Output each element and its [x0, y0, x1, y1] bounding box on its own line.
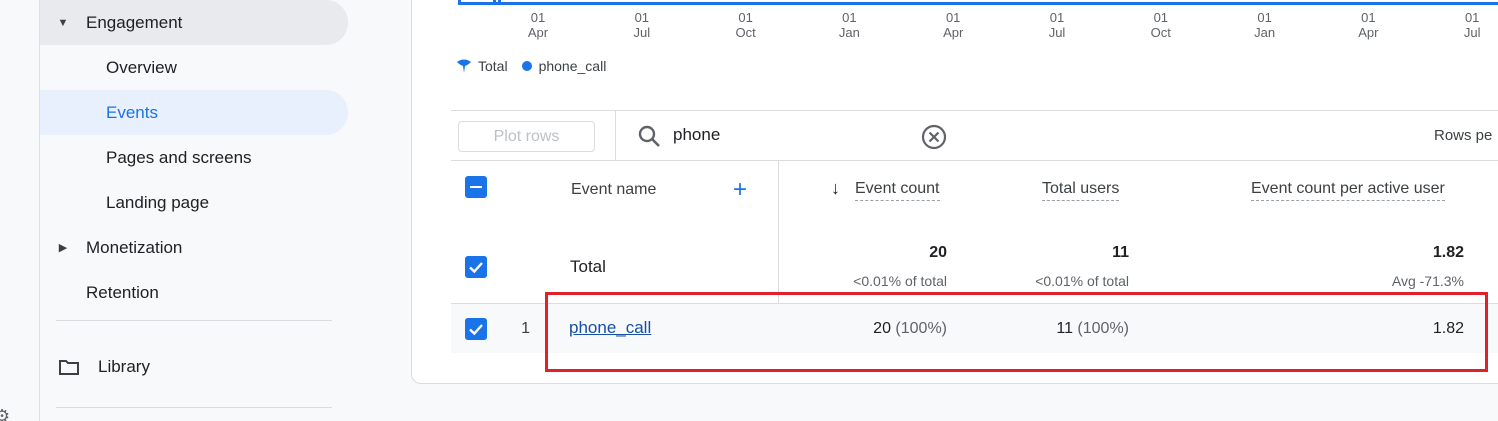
clear-search-icon[interactable]: [921, 124, 947, 150]
header-event-count[interactable]: Event count: [855, 180, 940, 201]
totals-row-checkbox[interactable]: [465, 256, 487, 278]
table-toolbar: Plot rows phone Rows pe: [451, 110, 1498, 161]
folder-icon: [40, 359, 98, 375]
nav-item-overview[interactable]: Overview: [40, 45, 348, 90]
caret-right-icon: ▶: [58, 242, 68, 254]
chart-bar-mark: [498, 0, 501, 5]
highlight-box: [545, 292, 1488, 372]
total-users-count: 11: [1112, 244, 1129, 261]
chart-series-line: [458, 2, 1498, 5]
x-axis-tick-label: 01 Jul: [633, 10, 651, 40]
sidebar-nav: ▼ Engagement Overview Events Pages and s…: [40, 0, 355, 421]
toolbar-divider: [615, 111, 616, 161]
nav-item-library[interactable]: Library: [40, 344, 348, 389]
nav-item-retention[interactable]: Retention: [40, 270, 348, 315]
row-checkbox[interactable]: [465, 318, 487, 340]
header-event-name[interactable]: Event name: [571, 181, 656, 199]
caret-down-icon: ▼: [57, 16, 69, 29]
nav-item-events[interactable]: Events: [40, 90, 348, 135]
x-axis-tick-label: 01 Apr: [1358, 10, 1379, 40]
total-marker-icon: [457, 59, 471, 73]
chart-line-strip: [458, 0, 1498, 5]
total-event-count: 20: [929, 244, 947, 261]
nav-divider: [56, 320, 332, 321]
legend-item-total[interactable]: Total: [456, 58, 508, 74]
x-axis-tick-label: 01 Oct: [1150, 10, 1171, 40]
nav-label-monetization: Monetization: [86, 237, 183, 257]
settings-gear-icon[interactable]: ⚙: [0, 406, 14, 421]
x-axis-tick-label: 01 Jan: [1254, 10, 1276, 40]
total-event-count-share: <0.01% of total: [853, 273, 947, 289]
total-per-user: 1.82: [1432, 244, 1464, 261]
nav-label-engagement: Engagement: [86, 12, 183, 32]
select-all-checkbox[interactable]: [465, 176, 487, 198]
nav-label-events: Events: [106, 102, 158, 122]
nav-item-landing-page[interactable]: Landing page: [40, 180, 348, 225]
left-rail: [0, 0, 40, 421]
legend-label-total: Total: [478, 58, 508, 74]
search-icon: [638, 125, 660, 147]
chart-bar-mark: [493, 0, 496, 5]
add-dimension-icon[interactable]: +: [733, 177, 747, 203]
total-per-user-avg: Avg -71.3%: [1391, 273, 1464, 289]
totals-label: Total: [570, 257, 606, 276]
x-axis-tick-label: 01 Oct: [735, 10, 756, 40]
nav-label-library: Library: [98, 356, 150, 376]
total-users-share: <0.01% of total: [1035, 273, 1129, 289]
x-axis-tick-label: 01 Jul: [1463, 10, 1481, 40]
search-input[interactable]: phone: [673, 125, 720, 145]
header-total-users[interactable]: Total users: [1042, 180, 1120, 201]
plot-rows-button[interactable]: Plot rows: [458, 121, 595, 152]
x-axis-tick-label: 01 Jul: [1048, 10, 1066, 40]
x-axis-tick-label: 01 Apr: [527, 10, 549, 40]
sort-desc-arrow-icon[interactable]: ↓: [831, 178, 840, 199]
rows-per-page-label: Rows pe: [1434, 127, 1493, 144]
nav-label-landing-page: Landing page: [106, 192, 210, 212]
x-axis-tick-label: 01 Apr: [943, 10, 964, 40]
header-event-count-per-active-user[interactable]: Event count per active user: [1251, 180, 1445, 201]
x-axis-tick-label: 01 Jan: [838, 10, 860, 40]
chart-bar-mark: [458, 0, 461, 5]
series-dot-icon: [521, 61, 532, 71]
nav-label-pages-and-screens: Pages and screens: [106, 147, 252, 167]
nav-group-monetization[interactable]: ▶ Monetization: [40, 225, 348, 270]
legend-label-phone-call: phone_call: [538, 58, 607, 74]
chart-legend: Total phone_call: [456, 58, 620, 74]
row-index: 1: [521, 320, 530, 337]
nav-label-retention: Retention: [86, 282, 159, 302]
nav-label-overview: Overview: [106, 57, 177, 77]
nav-group-engagement[interactable]: ▼ Engagement: [40, 0, 348, 45]
nav-item-pages-and-screens[interactable]: Pages and screens: [40, 135, 348, 180]
legend-item-phone-call[interactable]: phone_call: [521, 58, 607, 74]
nav-divider: [56, 407, 332, 408]
